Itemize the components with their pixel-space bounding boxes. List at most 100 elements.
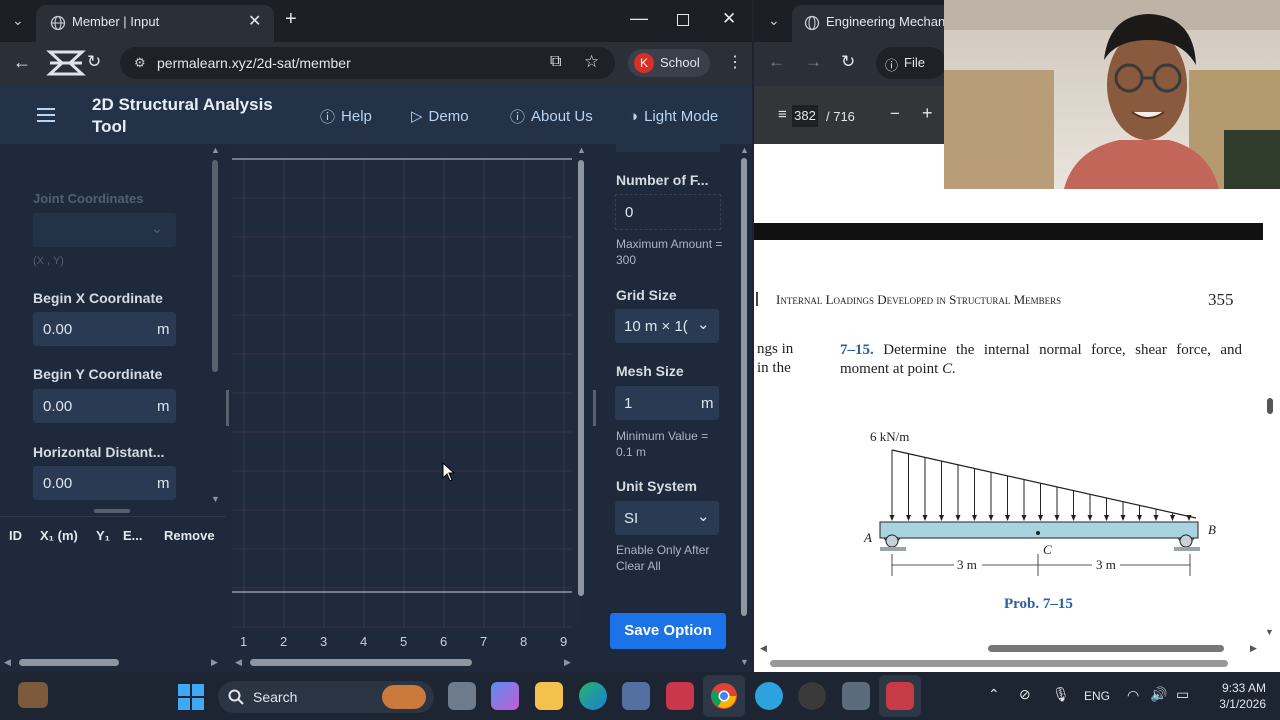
edge-icon[interactable] [579,682,607,710]
bookmark-star-icon[interactable]: ☆ [584,52,599,72]
tab-search-chevron-icon[interactable]: ⌄ [768,12,780,29]
right-url-omnibox[interactable]: ⓘ File [876,47,946,79]
light-mode-button[interactable]: ◑ Light Mode [629,102,718,130]
tab-title: Engineering Mechanic [826,14,955,29]
save-option-button[interactable]: Save Option [610,613,726,649]
url-omnibox[interactable]: ⚙ permalearn.xyz/2d-sat/member ⧉ ☆ [120,47,615,79]
canvas-grid[interactable] [232,146,605,628]
reload-icon[interactable]: ↻ [841,52,855,72]
tab-member-input[interactable]: Member | Input ✕ [36,5,274,42]
joint-coordinates-select[interactable]: ⌄ [33,213,176,247]
zoom-out-icon[interactable]: − [890,104,900,124]
scroll-right-icon[interactable]: ▶ [211,657,218,668]
tab-engineering-mechanics[interactable]: Engineering Mechanic [792,5,955,42]
horizontal-distance-input[interactable]: 0.00 m [33,466,176,500]
about-us-button[interactable]: ⓘ About Us [510,102,593,130]
pdf-scroll-left-icon[interactable]: ◀ [760,643,767,654]
widgets-icon[interactable] [18,682,48,708]
hamburger-menu-icon[interactable] [37,108,55,122]
task-view-icon[interactable] [448,682,476,710]
number-label: Number of F... [616,172,709,188]
browser-menu-icon[interactable]: ⋮ [727,52,743,72]
new-tab-icon[interactable]: + [285,8,297,31]
tab-search-chevron-icon[interactable]: ⌄ [12,12,24,29]
x-tick-label: 2 [280,634,288,649]
install-app-icon[interactable]: ⧉ [550,53,561,71]
minimize-icon[interactable]: — [630,8,648,29]
panel-splitter-left[interactable] [226,390,229,426]
canvas-scroll-up-icon[interactable]: ▲ [577,145,586,155]
canvas-scroll-right-icon[interactable]: ▶ [564,657,571,668]
pdf-scroll-right-icon[interactable]: ▶ [1250,643,1257,654]
mesh-size-input[interactable]: 1 m [615,386,719,420]
pdf-page-input[interactable]: 382 [792,105,818,127]
window-close-icon[interactable]: ✕ [722,9,736,29]
help-button[interactable]: ⓘ Help [320,102,372,130]
pdf-horizontal-scrollbar[interactable] [988,645,1224,652]
grid-size-select[interactable]: 10 m × 1( ⌄ [615,309,719,343]
microphone-icon[interactable]: 🎙 [1052,686,1070,703]
browser-horizontal-scrollbar[interactable] [770,660,1228,667]
store-icon[interactable] [622,682,650,710]
scroll-down-icon[interactable]: ▼ [211,494,220,504]
resize-handle[interactable] [94,509,130,513]
canvas-scroll-left-icon[interactable]: ◀ [235,657,242,668]
structure-canvas[interactable] [232,146,605,628]
options-scrollbar[interactable] [741,158,747,616]
chrome-icon[interactable] [710,682,738,710]
max-amount-note: Maximum Amount = 300 [616,237,723,267]
clock-time[interactable]: 9:33 AM [1210,681,1266,695]
back-arrow-icon[interactable]: ← [768,52,785,72]
steam-icon[interactable] [886,682,914,710]
profile-chip[interactable]: K School [628,49,710,77]
left-panel-scrollbar[interactable] [212,160,218,372]
begin-x-input[interactable]: 0.00 m [33,312,176,346]
pdf-vertical-scrollbar[interactable] [1267,398,1273,414]
obs-icon[interactable] [798,682,826,710]
file-explorer-icon[interactable] [535,682,563,710]
forward-arrow-icon[interactable]: → [805,52,822,72]
pdf-menu-icon[interactable]: ≡ [778,106,787,123]
webcam-overlay [944,0,1280,189]
panel-splitter-right[interactable] [593,390,596,426]
canvas-vertical-scrollbar[interactable] [578,160,584,596]
mesh-size-label: Mesh Size [616,363,684,379]
scroll-up-icon[interactable]: ▲ [211,145,220,155]
back-arrow-icon[interactable]: ← [13,52,31,73]
copilot-icon[interactable] [491,682,519,710]
member-table-header: ID X₁ (m) Y₁ E... Remove [0,516,226,555]
site-settings-icon[interactable]: ⚙ [134,55,146,71]
language-indicator[interactable]: ENG [1084,689,1110,703]
zoom-in-icon[interactable]: + [922,103,933,124]
volume-icon[interactable]: 🔊 [1150,686,1167,703]
snipping-tool-icon[interactable] [666,682,694,710]
clock-date[interactable]: 3/1/2026 [1200,697,1266,711]
maximize-icon[interactable] [677,14,689,26]
tray-overflow-icon[interactable]: ⌃ [988,686,1000,703]
scroll-left-icon[interactable]: ◀ [4,657,11,668]
unit-system-select[interactable]: SI ⌄ [615,501,719,535]
options-scroll-down-icon[interactable]: ▼ [740,657,749,667]
taskbar-search-box[interactable]: Search [218,681,434,713]
windows-start-icon[interactable] [178,684,204,710]
tray-app-icon[interactable]: ⊘ [1019,686,1031,703]
battery-icon[interactable]: ▭ [1176,686,1189,703]
begin-y-input[interactable]: 0.00 m [33,389,176,423]
tab-close-icon[interactable]: ✕ [248,11,261,31]
pdf-scroll-down-icon[interactable]: ▼ [1265,627,1274,637]
options-scroll-up-icon[interactable]: ▲ [740,145,749,155]
permalearn-logo-icon[interactable] [46,48,86,78]
telegram-icon[interactable] [755,682,783,710]
settings-icon[interactable] [842,682,870,710]
number-input[interactable]: 0 [615,194,721,230]
contrast-icon: ◑ [629,107,639,125]
demo-button[interactable]: ▷ Demo [411,102,469,130]
x-axis-ticks: 1 2 3 4 5 6 7 8 9 [232,634,582,652]
help-icon: ⓘ [320,108,336,126]
canvas-scroll-down-icon[interactable]: ▼ [577,588,586,598]
reload-icon[interactable]: ↻ [87,52,101,72]
canvas-horizontal-scrollbar[interactable] [250,659,472,666]
url-text[interactable]: permalearn.xyz/2d-sat/member [157,55,351,71]
table-horizontal-scrollbar[interactable] [19,659,119,666]
wifi-icon[interactable]: ◠ [1127,687,1139,704]
